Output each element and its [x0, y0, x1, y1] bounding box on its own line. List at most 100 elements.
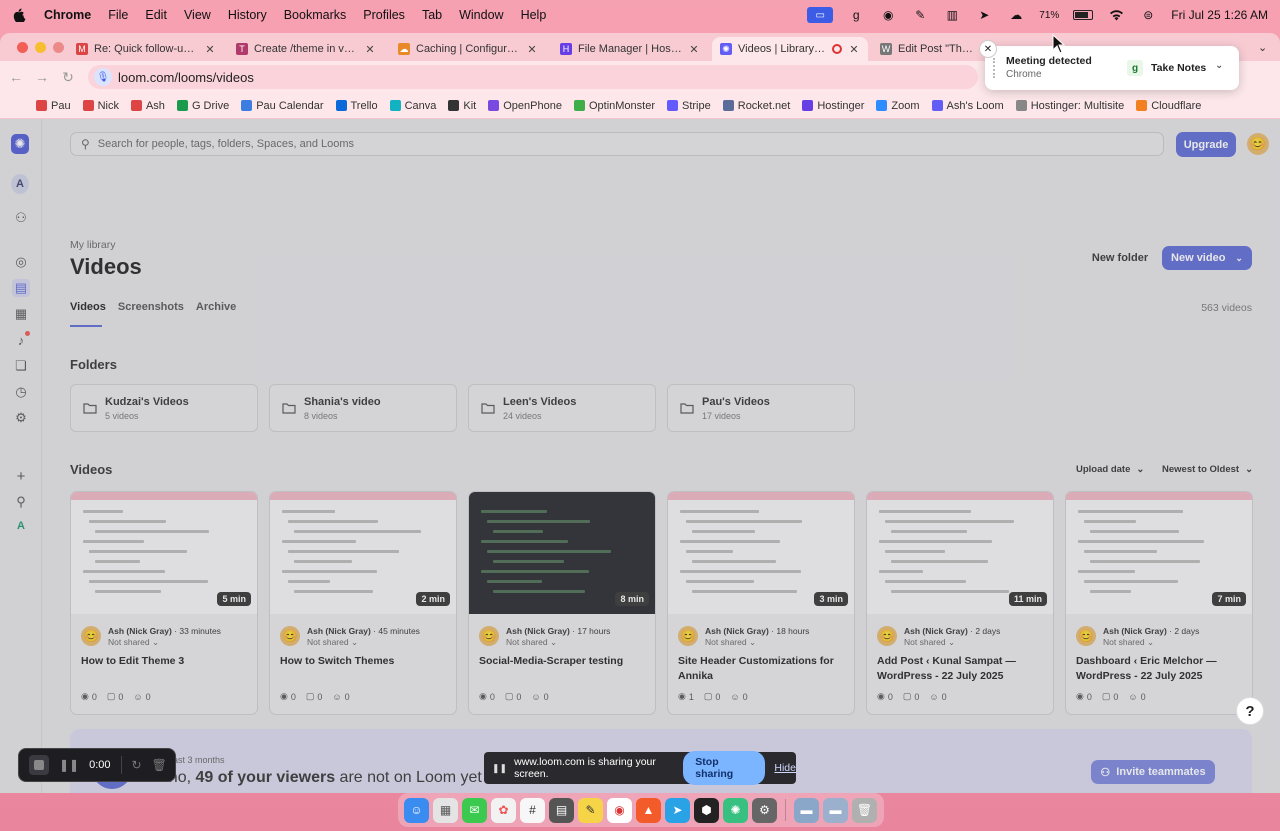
tab-videos[interactable]: Videos [70, 301, 106, 313]
calendar-icon[interactable]: ▦ [12, 305, 30, 323]
launchpad-icon[interactable]: ▦ [433, 797, 458, 823]
bookmark-item[interactable]: Stripe [667, 100, 711, 112]
share-status-dropdown[interactable]: Not shared ⌄ [705, 637, 756, 648]
bookmark-item[interactable]: Pau [36, 100, 71, 112]
folder-icon[interactable]: ▬ [794, 797, 819, 823]
video-title[interactable]: How to Edit Theme 3 [81, 654, 249, 669]
add-user-icon[interactable]: ⚇ [12, 209, 30, 227]
bookmark-icon[interactable]: ❏ [12, 357, 30, 375]
downloads-folder-icon[interactable]: ▬ [823, 797, 848, 823]
messages-icon[interactable]: ✉ [462, 797, 487, 823]
bookmark-item[interactable]: OptinMonster [573, 100, 655, 112]
pause-icon[interactable]: ❚❚ [59, 758, 79, 772]
bookmark-item[interactable]: Canva [389, 100, 436, 112]
video-card[interactable]: 2 min 😊 Ash (Nick Gray) · 45 minutes Not sh… [269, 491, 457, 715]
chevron-down-icon[interactable]: ⌄ [1235, 253, 1243, 264]
tab-email-followup[interactable]: M Re: Quick follow-up re: y ✕ [68, 37, 224, 61]
video-thumbnail[interactable]: 5 min [71, 492, 257, 614]
notes-icon[interactable]: ✎ [578, 797, 603, 823]
trash-icon[interactable]: 🗑 [152, 758, 167, 772]
slack-icon[interactable]: # [520, 797, 545, 823]
stop-sharing-button[interactable]: Stop sharing [683, 751, 766, 785]
breadcrumb[interactable]: My library [70, 239, 116, 251]
back-arrow-icon[interactable]: ← [6, 69, 26, 85]
upgrade-button[interactable]: Upgrade [1176, 132, 1236, 157]
invite-teammates-button[interactable]: ⚇ Invite teammates [1091, 760, 1215, 784]
pen-icon[interactable]: ✎ [911, 8, 929, 22]
menu-profiles[interactable]: Profiles [363, 8, 405, 22]
apple-icon[interactable] [12, 8, 26, 22]
search-input[interactable]: ⚲ Search for people, tags, folders, Spac… [70, 132, 1164, 156]
new-folder-button[interactable]: New folder [1086, 246, 1154, 270]
share-status-dropdown[interactable]: Not shared ⌄ [108, 637, 159, 648]
address-bar[interactable]: 🎙 loom.com/looms/videos [88, 65, 978, 89]
video-title[interactable]: Site Header Customizations for Annika [678, 654, 846, 684]
menu-edit[interactable]: Edit [145, 8, 167, 22]
screen-share-icon[interactable]: ▭ [807, 7, 834, 23]
folder-card[interactable]: Pau's Videos 17 videos [667, 384, 855, 432]
user-avatar[interactable]: 😊 [1247, 133, 1269, 155]
sort-order-dropdown[interactable]: Newest to Oldest ⌄ [1154, 459, 1261, 479]
photos-icon[interactable]: ✿ [491, 797, 516, 823]
system-settings-icon[interactable]: ⚙ [752, 797, 777, 823]
tab-search-chevron-icon[interactable]: ⌄ [1258, 41, 1267, 54]
video-title[interactable]: Social-Media-Scraper testing [479, 654, 647, 669]
stop-recording-button[interactable] [29, 755, 49, 775]
video-card[interactable]: 7 min 😊 Ash (Nick Gray) · 2 days Not shared… [1065, 491, 1253, 715]
menu-tab[interactable]: Tab [422, 8, 442, 22]
video-thumbnail[interactable]: 2 min [270, 492, 456, 614]
cloud-icon[interactable]: ☁ [1007, 8, 1025, 22]
finder-icon[interactable]: ☺ [404, 797, 429, 823]
brave-icon[interactable]: ▲ [636, 797, 661, 823]
menu-history[interactable]: History [228, 8, 267, 22]
workspace-avatar[interactable]: A [11, 174, 29, 194]
chevron-down-icon[interactable]: ⌄ [1215, 60, 1223, 71]
bookmark-item[interactable]: Kit [448, 100, 476, 112]
workspace-a-icon[interactable]: A [12, 517, 30, 535]
microphone-icon[interactable]: 🎙 [94, 68, 112, 86]
bookmark-item[interactable]: OpenPhone [488, 100, 562, 112]
menubar-clock[interactable]: Fri Jul 25 1:26 AM [1171, 8, 1268, 22]
grammarly-icon[interactable]: g [847, 8, 865, 22]
profile-icon[interactable]: ◎ [12, 253, 30, 271]
minimize-window-button[interactable] [35, 42, 46, 53]
close-icon[interactable]: ✕ [979, 40, 997, 58]
video-title[interactable]: How to Switch Themes [280, 654, 448, 669]
bell-icon[interactable]: ♪ [12, 331, 30, 349]
menu-window[interactable]: Window [459, 8, 503, 22]
tab-caching-config[interactable]: ☁ Caching | Configuration | ✕ [390, 37, 546, 61]
tab-edit-post[interactable]: W Edit Post "Themes" [872, 37, 982, 61]
cursor-app-icon[interactable]: ⬢ [694, 797, 719, 823]
bookmark-item[interactable]: Ash [130, 100, 165, 112]
help-button[interactable]: ? [1236, 697, 1264, 725]
video-thumbnail[interactable]: 7 min [1066, 492, 1252, 614]
close-window-button[interactable] [17, 42, 28, 53]
hide-link[interactable]: Hide [774, 762, 796, 774]
wifi-icon[interactable] [1107, 8, 1125, 22]
tab-loom-videos[interactable]: ✺ Videos | Library | Loo ✕ [712, 37, 868, 61]
folder-card[interactable]: Leen's Videos 24 videos [468, 384, 656, 432]
close-tab-icon[interactable]: ✕ [204, 43, 216, 56]
clock-icon[interactable]: ◷ [12, 383, 30, 401]
bookmark-item[interactable]: Cloudflare [1136, 100, 1201, 112]
calculator-icon[interactable]: ▤ [549, 797, 574, 823]
plus-icon[interactable]: + [12, 467, 30, 485]
trash-icon[interactable]: 🗑 [852, 797, 877, 823]
forward-arrow-icon[interactable]: → [32, 69, 52, 85]
video-card[interactable]: 5 min 😊 Ash (Nick Gray) · 33 minutes Not sh… [70, 491, 258, 715]
video-title[interactable]: Dashboard ‹ Eric Melchor — WordPress - 2… [1076, 654, 1244, 684]
menu-app-name[interactable]: Chrome [44, 8, 91, 22]
bookmark-item[interactable]: G Drive [176, 100, 229, 112]
video-card[interactable]: 3 min 😊 Ash (Nick Gray) · 18 hours Not shar… [667, 491, 855, 715]
search-icon[interactable]: ⚲ [12, 493, 30, 511]
menu-view[interactable]: View [184, 8, 211, 22]
video-thumbnail[interactable]: 11 min [867, 492, 1053, 614]
paper-plane-icon[interactable]: ➤ [975, 8, 993, 22]
reload-icon[interactable]: ↻ [58, 69, 78, 86]
sort-upload-date-dropdown[interactable]: Upload date ⌄ [1068, 459, 1152, 479]
tab-file-manager[interactable]: H File Manager | Hostinger ✕ [552, 37, 708, 61]
close-tab-icon[interactable]: ✕ [526, 43, 538, 56]
share-status-dropdown[interactable]: Not shared ⌄ [506, 637, 557, 648]
tab-archive[interactable]: Archive [196, 301, 236, 313]
tab-screenshots[interactable]: Screenshots [118, 301, 184, 313]
